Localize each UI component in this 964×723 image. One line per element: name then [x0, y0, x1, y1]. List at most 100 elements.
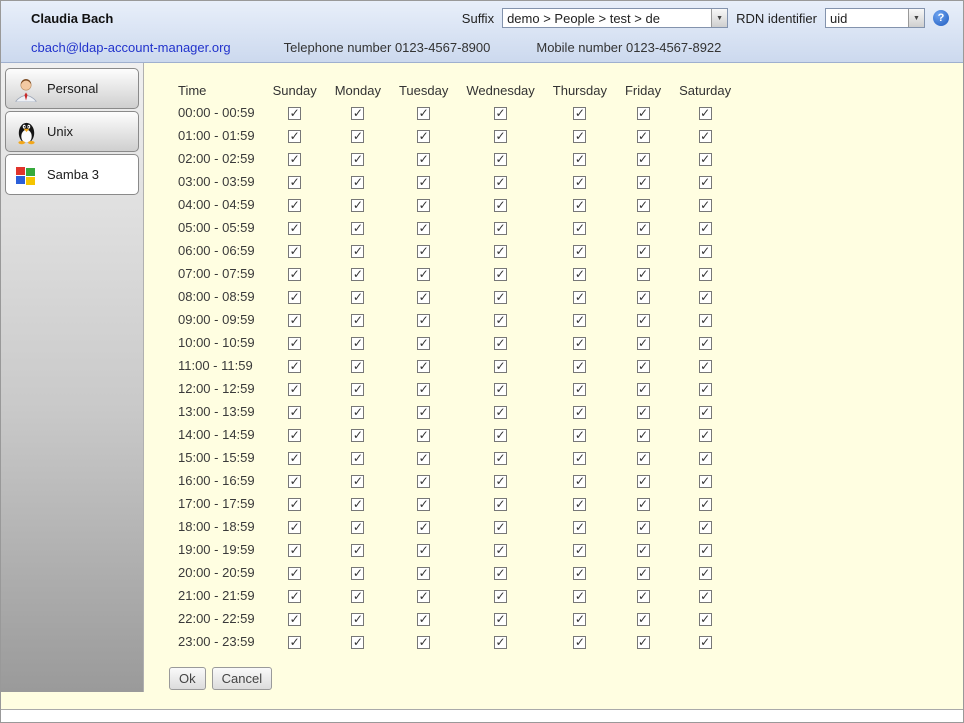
- hour-checkbox[interactable]: ✓: [288, 268, 301, 281]
- hour-checkbox[interactable]: ✓: [699, 544, 712, 557]
- hour-checkbox[interactable]: ✓: [351, 268, 364, 281]
- hour-checkbox[interactable]: ✓: [637, 337, 650, 350]
- hour-checkbox[interactable]: ✓: [288, 130, 301, 143]
- hour-checkbox[interactable]: ✓: [637, 521, 650, 534]
- hour-checkbox[interactable]: ✓: [494, 452, 507, 465]
- tab-samba3[interactable]: Samba 3: [5, 154, 139, 195]
- hour-checkbox[interactable]: ✓: [637, 199, 650, 212]
- hour-checkbox[interactable]: ✓: [417, 199, 430, 212]
- hour-checkbox[interactable]: ✓: [288, 613, 301, 626]
- chevron-down-icon[interactable]: ▼: [711, 9, 727, 27]
- hour-checkbox[interactable]: ✓: [288, 383, 301, 396]
- tab-personal[interactable]: Personal: [5, 68, 139, 109]
- hour-checkbox[interactable]: ✓: [494, 337, 507, 350]
- hour-checkbox[interactable]: ✓: [573, 107, 586, 120]
- hour-checkbox[interactable]: ✓: [573, 544, 586, 557]
- hour-checkbox[interactable]: ✓: [573, 153, 586, 166]
- rdn-select[interactable]: uid ▼: [825, 8, 925, 28]
- hour-checkbox[interactable]: ✓: [699, 475, 712, 488]
- hour-checkbox[interactable]: ✓: [699, 130, 712, 143]
- hour-checkbox[interactable]: ✓: [573, 383, 586, 396]
- hour-checkbox[interactable]: ✓: [288, 636, 301, 649]
- hour-checkbox[interactable]: ✓: [494, 521, 507, 534]
- hour-checkbox[interactable]: ✓: [573, 268, 586, 281]
- hour-checkbox[interactable]: ✓: [699, 337, 712, 350]
- hour-checkbox[interactable]: ✓: [573, 176, 586, 189]
- hour-checkbox[interactable]: ✓: [417, 567, 430, 580]
- hour-checkbox[interactable]: ✓: [351, 567, 364, 580]
- hour-checkbox[interactable]: ✓: [699, 498, 712, 511]
- hour-checkbox[interactable]: ✓: [351, 130, 364, 143]
- hour-checkbox[interactable]: ✓: [637, 153, 650, 166]
- hour-checkbox[interactable]: ✓: [351, 452, 364, 465]
- hour-checkbox[interactable]: ✓: [494, 360, 507, 373]
- hour-checkbox[interactable]: ✓: [351, 291, 364, 304]
- hour-checkbox[interactable]: ✓: [637, 590, 650, 603]
- hour-checkbox[interactable]: ✓: [699, 107, 712, 120]
- hour-checkbox[interactable]: ✓: [699, 268, 712, 281]
- hour-checkbox[interactable]: ✓: [494, 475, 507, 488]
- hour-checkbox[interactable]: ✓: [417, 245, 430, 258]
- hour-checkbox[interactable]: ✓: [573, 452, 586, 465]
- hour-checkbox[interactable]: ✓: [699, 360, 712, 373]
- hour-checkbox[interactable]: ✓: [351, 521, 364, 534]
- cancel-button[interactable]: Cancel: [212, 667, 272, 690]
- hour-checkbox[interactable]: ✓: [699, 429, 712, 442]
- hour-checkbox[interactable]: ✓: [417, 314, 430, 327]
- hour-checkbox[interactable]: ✓: [573, 475, 586, 488]
- hour-checkbox[interactable]: ✓: [417, 590, 430, 603]
- hour-checkbox[interactable]: ✓: [288, 498, 301, 511]
- hour-checkbox[interactable]: ✓: [637, 130, 650, 143]
- hour-checkbox[interactable]: ✓: [494, 544, 507, 557]
- hour-checkbox[interactable]: ✓: [288, 291, 301, 304]
- hour-checkbox[interactable]: ✓: [637, 636, 650, 649]
- hour-checkbox[interactable]: ✓: [351, 383, 364, 396]
- hour-checkbox[interactable]: ✓: [637, 452, 650, 465]
- hour-checkbox[interactable]: ✓: [417, 337, 430, 350]
- hour-checkbox[interactable]: ✓: [637, 107, 650, 120]
- hour-checkbox[interactable]: ✓: [637, 567, 650, 580]
- hour-checkbox[interactable]: ✓: [573, 314, 586, 327]
- hour-checkbox[interactable]: ✓: [417, 107, 430, 120]
- chevron-down-icon[interactable]: ▼: [908, 9, 924, 27]
- hour-checkbox[interactable]: ✓: [573, 636, 586, 649]
- hour-checkbox[interactable]: ✓: [417, 406, 430, 419]
- hour-checkbox[interactable]: ✓: [699, 590, 712, 603]
- hour-checkbox[interactable]: ✓: [351, 429, 364, 442]
- hour-checkbox[interactable]: ✓: [288, 153, 301, 166]
- suffix-select[interactable]: demo > People > test > de ▼: [502, 8, 728, 28]
- hour-checkbox[interactable]: ✓: [417, 452, 430, 465]
- hour-checkbox[interactable]: ✓: [573, 337, 586, 350]
- hour-checkbox[interactable]: ✓: [351, 544, 364, 557]
- hour-checkbox[interactable]: ✓: [288, 222, 301, 235]
- hour-checkbox[interactable]: ✓: [637, 383, 650, 396]
- hour-checkbox[interactable]: ✓: [351, 245, 364, 258]
- hour-checkbox[interactable]: ✓: [417, 636, 430, 649]
- hour-checkbox[interactable]: ✓: [699, 567, 712, 580]
- hour-checkbox[interactable]: ✓: [494, 176, 507, 189]
- hour-checkbox[interactable]: ✓: [494, 567, 507, 580]
- hour-checkbox[interactable]: ✓: [699, 383, 712, 396]
- hour-checkbox[interactable]: ✓: [288, 314, 301, 327]
- hour-checkbox[interactable]: ✓: [288, 521, 301, 534]
- hour-checkbox[interactable]: ✓: [494, 222, 507, 235]
- hour-checkbox[interactable]: ✓: [637, 360, 650, 373]
- hour-checkbox[interactable]: ✓: [417, 130, 430, 143]
- hour-checkbox[interactable]: ✓: [699, 636, 712, 649]
- hour-checkbox[interactable]: ✓: [351, 613, 364, 626]
- hour-checkbox[interactable]: ✓: [351, 222, 364, 235]
- hour-checkbox[interactable]: ✓: [417, 498, 430, 511]
- hour-checkbox[interactable]: ✓: [417, 291, 430, 304]
- hour-checkbox[interactable]: ✓: [573, 521, 586, 534]
- hour-checkbox[interactable]: ✓: [637, 498, 650, 511]
- help-icon[interactable]: ?: [933, 10, 949, 26]
- hour-checkbox[interactable]: ✓: [494, 130, 507, 143]
- hour-checkbox[interactable]: ✓: [699, 176, 712, 189]
- hour-checkbox[interactable]: ✓: [351, 314, 364, 327]
- hour-checkbox[interactable]: ✓: [351, 199, 364, 212]
- hour-checkbox[interactable]: ✓: [417, 544, 430, 557]
- hour-checkbox[interactable]: ✓: [351, 475, 364, 488]
- hour-checkbox[interactable]: ✓: [494, 153, 507, 166]
- hour-checkbox[interactable]: ✓: [288, 360, 301, 373]
- hour-checkbox[interactable]: ✓: [637, 475, 650, 488]
